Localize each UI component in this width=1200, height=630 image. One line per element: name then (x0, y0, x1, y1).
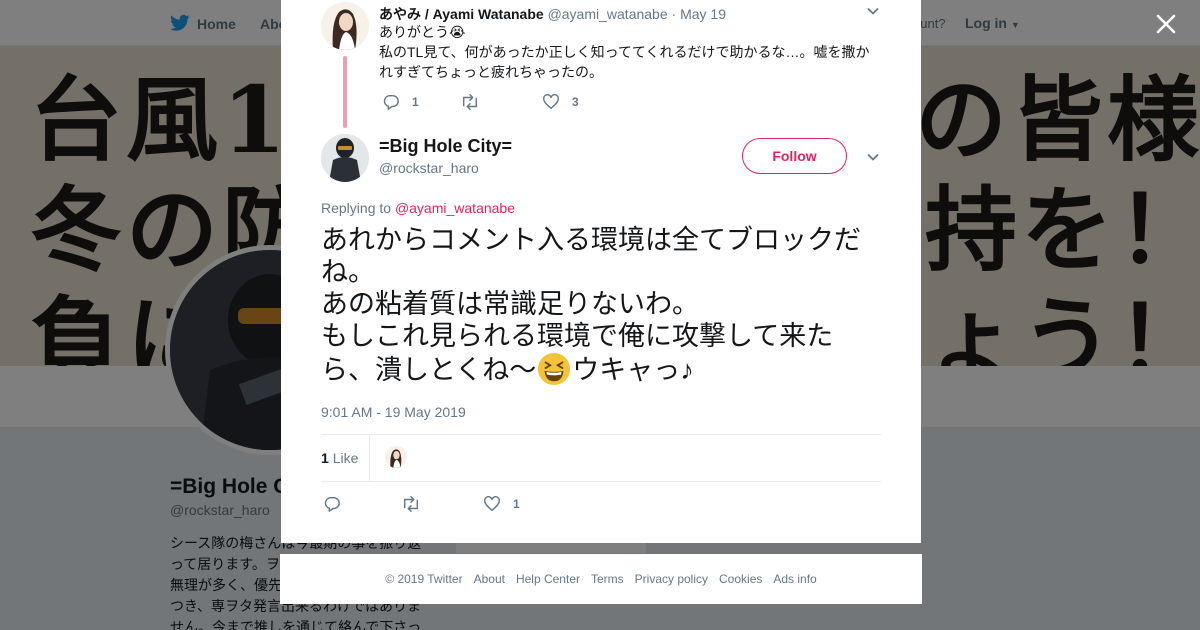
main-tweet-text: あれからコメント入る環境は全てブロックだね。 あの粘着質は常識足りないわ。 もし… (321, 224, 881, 386)
likes-word: Like (332, 450, 359, 466)
soldier-avatar-icon (321, 134, 369, 182)
parent-tweet-line: ありがとう😭 (379, 24, 466, 40)
tweet-line: あの粘着質は常識足りないわ。 (321, 289, 699, 319)
copyright: © 2019 Twitter (385, 572, 463, 586)
retweet-button[interactable] (401, 494, 433, 514)
main-tweet-handle[interactable]: @rockstar_haro (379, 160, 479, 176)
close-icon[interactable] (1154, 12, 1178, 36)
retweet-icon (403, 496, 419, 512)
retweet-button[interactable] (460, 92, 492, 112)
like-button[interactable]: 1 (483, 494, 520, 514)
footer-link-privacy[interactable]: Privacy policy (635, 572, 708, 586)
follow-button[interactable]: Follow (742, 138, 847, 174)
footer-link-ads-info[interactable]: Ads info (773, 572, 816, 586)
main-tweet-actions: 1 (321, 494, 621, 514)
parent-tweet-date[interactable]: May 19 (680, 6, 726, 22)
modal-footer: © 2019 Twitter About Help Center Terms P… (280, 554, 922, 604)
likes-number: 1 (321, 450, 329, 466)
tweet-stats: 1 Like (321, 434, 881, 482)
tweet-line: あれからコメント入る環境は全てブロックだね。 (321, 225, 861, 287)
main-tweet-author-name[interactable]: =Big Hole City= (379, 136, 512, 157)
woman-avatar-icon (385, 446, 407, 468)
thread-connector-line (343, 56, 347, 128)
liker-avatar[interactable] (385, 446, 407, 468)
footer-link-about[interactable]: About (474, 572, 505, 586)
tweet-timestamp[interactable]: 9:01 AM - 19 May 2019 (321, 404, 466, 420)
chevron-down-icon[interactable] (866, 150, 880, 164)
parent-tweet-handle[interactable]: @ayami_watanabe (548, 6, 668, 22)
reply-count: 1 (412, 95, 419, 109)
retweet-icon (462, 94, 478, 110)
tweet-modal: あやみ / Ayami Watanabe @ayami_watanabe · M… (281, 0, 921, 543)
replying-to: Replying to @ayami_watanabe (321, 200, 515, 216)
likes-stat[interactable]: 1 Like (321, 450, 358, 466)
footer-link-cookies[interactable]: Cookies (719, 572, 762, 586)
grinning-squinting-face-emoji-icon (538, 352, 571, 386)
parent-tweet-line: 私のTL見て、何があったか正しく知っててくれるだけで助かるな…。嘘を撒かれすぎて… (379, 44, 870, 80)
heart-icon (484, 496, 500, 512)
parent-tweet[interactable]: あやみ / Ayami Watanabe @ayami_watanabe · M… (321, 0, 881, 128)
stats-divider (369, 435, 370, 482)
parent-tweet-header: あやみ / Ayami Watanabe @ayami_watanabe · M… (379, 4, 726, 24)
reply-button[interactable] (323, 494, 353, 514)
woman-avatar-icon (321, 2, 369, 50)
like-count: 1 (513, 497, 520, 511)
main-tweet-avatar[interactable] (321, 134, 369, 182)
replying-to-prefix: Replying to (321, 200, 392, 216)
chevron-down-icon[interactable] (866, 4, 880, 18)
parent-tweet-text: ありがとう😭 私のTL見て、何があったか正しく知っててくれるだけで助かるな…。嘘… (379, 22, 879, 82)
like-count: 3 (572, 95, 579, 109)
tweet-line-part: ウキャっ♪ (572, 355, 694, 385)
parent-tweet-author-name[interactable]: あやみ / Ayami Watanabe (379, 6, 544, 22)
main-tweet-header: =Big Hole City= @rockstar_haro Follow (321, 132, 881, 184)
parent-tweet-avatar[interactable] (321, 2, 369, 50)
like-button[interactable]: 3 (542, 92, 579, 112)
parent-tweet-actions: 1 3 (379, 92, 679, 112)
reply-button[interactable]: 1 (382, 92, 419, 112)
footer-link-help-center[interactable]: Help Center (516, 572, 580, 586)
heart-icon (543, 94, 559, 110)
tweet-line: もしこれ見られる環境で俺に攻撃して来たら、潰しとくね〜 ウキャっ♪ (321, 320, 881, 386)
reply-icon (324, 496, 340, 512)
replying-to-mention[interactable]: @ayami_watanabe (395, 200, 515, 216)
footer-link-terms[interactable]: Terms (591, 572, 624, 586)
header-separator: · (671, 6, 677, 22)
reply-icon (383, 94, 399, 110)
